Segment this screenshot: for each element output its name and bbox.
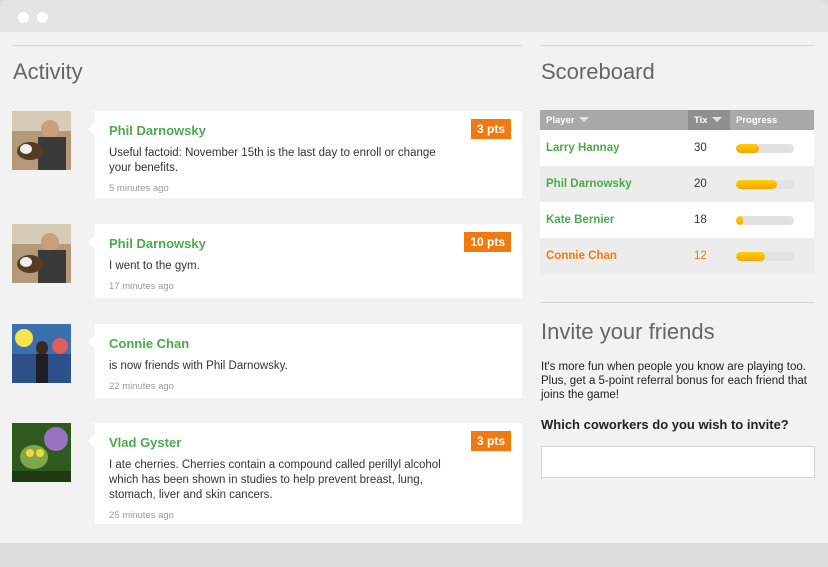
activity-user-name[interactable]: Phil Darnowsky: [109, 123, 508, 138]
invite-description: It's more fun when people you know are p…: [541, 361, 807, 401]
table-row[interactable]: Kate Bernier 18: [540, 202, 814, 238]
progress-fill: [736, 251, 765, 261]
player-name[interactable]: Larry Hannay: [540, 130, 688, 166]
activity-divider: [12, 45, 522, 46]
progress-cell: [730, 130, 814, 166]
sort-down-icon: [711, 117, 722, 123]
progress-fill: [736, 179, 777, 189]
activity-user-name[interactable]: Phil Darnowsky: [109, 236, 508, 251]
tix-value: 18: [688, 202, 730, 238]
progress-bar: [736, 143, 794, 153]
window-control-dot[interactable]: [37, 12, 48, 23]
progress-cell: [730, 238, 814, 274]
invite-title: Invite your friends: [541, 319, 715, 344]
tix-column-header[interactable]: Tix: [688, 110, 730, 130]
invite-divider: [540, 302, 814, 303]
avatar-connie-chan[interactable]: [12, 324, 71, 383]
progress-cell: [730, 166, 814, 202]
activity-card: Phil Darnowsky I went to the gym. 17 min…: [88, 224, 522, 298]
table-row[interactable]: Larry Hannay 30: [540, 130, 814, 166]
activity-card: Phil Darnowsky Useful factoid: November …: [88, 111, 522, 198]
player-name[interactable]: Connie Chan: [540, 238, 688, 274]
player-header-label: Player: [546, 114, 575, 126]
table-row[interactable]: Phil Darnowsky 20: [540, 166, 814, 202]
activity-user-name[interactable]: Vlad Gyster: [109, 435, 508, 450]
activity-user-name[interactable]: Connie Chan: [109, 336, 508, 351]
avatar-vlad-gyster[interactable]: [12, 423, 71, 482]
progress-fill: [736, 143, 760, 153]
scoreboard-table: Player Tix Progress Larry Hannay 30 Phil…: [540, 110, 814, 274]
tix-header-label: Tix: [694, 114, 708, 126]
activity-timestamp: 25 minutes ago: [109, 510, 174, 521]
scoreboard-title: Scoreboard: [541, 59, 655, 84]
tix-value: 30: [688, 130, 730, 166]
progress-bar: [736, 251, 794, 261]
activity-text: is now friends with Phil Darnowsky.: [109, 360, 288, 372]
points-badge: 10 pts: [464, 232, 511, 252]
table-row[interactable]: Connie Chan 12: [540, 238, 814, 274]
progress-fill: [736, 215, 743, 225]
points-badge: 3 pts: [470, 119, 511, 139]
tix-value: 20: [688, 166, 730, 202]
activity-timestamp: 5 minutes ago: [109, 183, 169, 194]
window-titlebar: [0, 0, 828, 32]
window-footer: [0, 543, 828, 567]
progress-column-header: Progress: [730, 110, 814, 130]
player-column-header[interactable]: Player: [540, 110, 688, 130]
progress-cell: [730, 202, 814, 238]
activity-text: Useful factoid: November 15th is the las…: [109, 147, 436, 174]
player-name[interactable]: Phil Darnowsky: [540, 166, 688, 202]
invite-coworkers-input[interactable]: [541, 446, 815, 478]
activity-timestamp: 17 minutes ago: [109, 281, 174, 292]
points-badge: 3 pts: [470, 431, 511, 451]
sort-down-icon: [578, 117, 589, 123]
progress-bar: [736, 215, 794, 225]
activity-card: Connie Chan is now friends with Phil Dar…: [88, 324, 522, 398]
progress-header-label: Progress: [736, 114, 778, 126]
window-control-dot[interactable]: [18, 12, 29, 23]
activity-title: Activity: [13, 59, 83, 84]
player-name[interactable]: Kate Bernier: [540, 202, 688, 238]
progress-bar: [736, 179, 794, 189]
activity-timestamp: 22 minutes ago: [109, 381, 174, 392]
invite-question: Which coworkers do you wish to invite?: [541, 417, 789, 432]
activity-card: Vlad Gyster I ate cherries. Cherries con…: [88, 423, 522, 524]
app-window: Activity Scoreboard Phil Darnowsky Usefu…: [0, 0, 828, 567]
avatar-phil-darnowsky[interactable]: [12, 224, 71, 283]
activity-text: I ate cherries. Cherries contain a compo…: [109, 459, 441, 501]
scoreboard-divider: [540, 45, 814, 46]
avatar-phil-darnowsky[interactable]: [12, 111, 71, 170]
tix-value: 12: [688, 238, 730, 274]
activity-text: I went to the gym.: [109, 260, 200, 272]
